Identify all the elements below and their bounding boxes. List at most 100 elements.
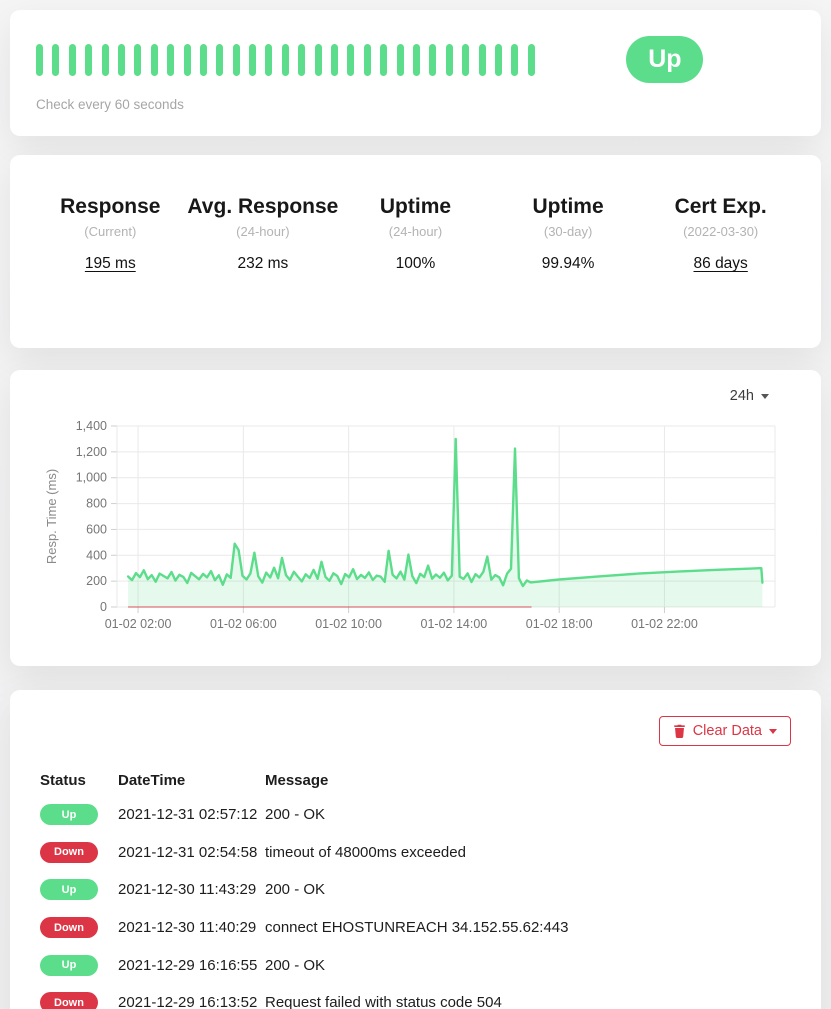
status-badge: Up <box>626 36 703 83</box>
response-time-chart[interactable]: 02004006008001,0001,2001,40001-02 02:000… <box>40 414 811 659</box>
y-tick-label: 0 <box>100 600 107 614</box>
event-message: 200 - OK <box>265 881 791 898</box>
events-table-body: Up2021-12-31 02:57:12200 - OKDown2021-12… <box>40 796 791 1009</box>
chart-card: 24h 02004006008001,0001,2001,40001-02 02… <box>10 370 821 666</box>
heartbeat-pill <box>347 44 354 76</box>
event-datetime: 2021-12-30 11:40:29 <box>118 919 265 936</box>
event-datetime: 2021-12-31 02:57:12 <box>118 806 265 823</box>
heartbeat-pill <box>233 44 240 76</box>
y-tick-label: 1,400 <box>76 419 107 433</box>
event-status-badge: Up <box>40 804 98 825</box>
stat-subtitle: (2022-03-30) <box>644 224 797 239</box>
event-row-5: Down 2021-12-29 16:13:52Request failed wi… <box>40 984 791 1009</box>
heartbeat-pill <box>446 44 453 76</box>
heartbeat-pill <box>151 44 158 76</box>
stat-value: 195 ms <box>34 255 187 273</box>
check-interval-text: Check every 60 seconds <box>36 97 795 112</box>
event-row-0: Up 2021-12-31 02:57:12200 - OK <box>40 796 791 834</box>
heartbeat-pill <box>528 44 535 76</box>
heartbeat-pill <box>265 44 272 76</box>
heartbeat-bar <box>36 44 535 76</box>
response-time-line <box>128 439 762 586</box>
x-tick-label: 01-02 10:00 <box>315 617 382 631</box>
heartbeat-pill <box>184 44 191 76</box>
event-datetime: 2021-12-31 02:54:58 <box>118 844 265 861</box>
uptime-monitor-page: Up Check every 60 seconds Response(Curre… <box>0 0 831 1009</box>
heartbeat-pill <box>397 44 404 76</box>
clear-data-button[interactable]: Clear Data <box>659 716 791 746</box>
x-tick-label: 01-02 18:00 <box>526 617 593 631</box>
heartbeat-card: Up Check every 60 seconds <box>10 10 821 136</box>
chart-header: 24h <box>10 386 821 406</box>
event-message: 200 - OK <box>265 957 791 974</box>
heartbeat-pill <box>462 44 469 76</box>
stat-subtitle: (24-hour) <box>187 224 340 239</box>
heartbeat-pill <box>298 44 305 76</box>
heartbeat-pill <box>216 44 223 76</box>
status-pill-wrap: Up <box>535 36 795 83</box>
heartbeat-pill <box>429 44 436 76</box>
heartbeat-pill <box>495 44 502 76</box>
x-tick-label: 01-02 14:00 <box>421 617 488 631</box>
heartbeat-pill <box>479 44 486 76</box>
stat-item-1: Avg. Response (24-hour) 232 ms <box>187 193 340 273</box>
y-axis-title: Resp. Time (ms) <box>44 469 59 564</box>
stats-card: Response(Current)195 msAvg. Response(24-… <box>10 155 821 348</box>
y-tick-label: 800 <box>86 497 107 511</box>
y-tick-label: 600 <box>86 522 107 536</box>
heartbeat-pill <box>52 44 59 76</box>
heartbeat-pill <box>413 44 420 76</box>
column-status: Status <box>40 772 118 789</box>
event-message: connect EHOSTUNREACH 34.152.55.62:443 <box>265 919 791 936</box>
heartbeat-pill <box>282 44 289 76</box>
event-row-4: Up 2021-12-29 16:16:55200 - OK <box>40 946 791 984</box>
stat-subtitle: (24-hour) <box>339 224 492 239</box>
stat-value: 232 ms <box>187 255 340 273</box>
event-status-badge: Down <box>40 992 98 1009</box>
events-header: Clear Data <box>40 716 791 746</box>
events-table-header: Status DateTime Message <box>40 764 791 796</box>
stat-title: Avg. Response <box>187 193 340 221</box>
event-message: timeout of 48000ms exceeded <box>265 844 791 861</box>
stat-value: 86 days <box>644 255 797 273</box>
stat-title: Uptime <box>339 193 492 221</box>
chart-period-label: 24h <box>730 388 754 404</box>
stat-item-2: Uptime (24-hour) 100% <box>339 193 492 273</box>
heartbeat-pill <box>249 44 256 76</box>
stat-title: Cert Exp. <box>644 193 797 221</box>
events-card: Clear Data Status DateTime Message Up202… <box>10 690 821 1009</box>
chart-period-select[interactable]: 24h <box>730 386 769 406</box>
y-tick-label: 200 <box>86 574 107 588</box>
heartbeat-pill <box>36 44 43 76</box>
y-tick-label: 1,000 <box>76 471 107 485</box>
stat-value: 100% <box>339 255 492 273</box>
event-datetime: 2021-12-29 16:16:55 <box>118 957 265 974</box>
event-message: 200 - OK <box>265 806 791 823</box>
stat-title: Uptime <box>492 193 645 221</box>
event-row-2: Up2021-12-30 11:43:29200 - OK <box>40 871 791 909</box>
y-tick-label: 400 <box>86 548 107 562</box>
heartbeat-pill <box>102 44 109 76</box>
event-datetime: 2021-12-30 11:43:29 <box>118 881 265 898</box>
x-tick-label: 01-02 06:00 <box>210 617 277 631</box>
heartbeat-pill <box>364 44 371 76</box>
event-message: Request failed with status code 504 <box>265 994 791 1009</box>
event-status-badge: Down <box>40 842 98 863</box>
heartbeat-pill <box>167 44 174 76</box>
stat-subtitle: (30-day) <box>492 224 645 239</box>
stat-subtitle: (Current) <box>34 224 187 239</box>
caret-down-icon <box>769 729 777 734</box>
heartbeat-pill <box>69 44 76 76</box>
stat-item-3: Uptime(30-day)99.94% <box>492 193 645 273</box>
heartbeat-pill <box>85 44 92 76</box>
event-status-badge: Up <box>40 955 98 976</box>
event-datetime: 2021-12-29 16:13:52 <box>118 994 265 1009</box>
column-datetime: DateTime <box>118 772 265 789</box>
heartbeat-row: Up <box>36 10 795 83</box>
events-table: Status DateTime Message Up 2021-12-31 02:… <box>40 764 791 1009</box>
chevron-down-icon <box>761 394 769 399</box>
heartbeat-pill <box>315 44 322 76</box>
y-tick-label: 1,200 <box>76 445 107 459</box>
heartbeat-pill <box>200 44 207 76</box>
stat-item-0: Response(Current)195 ms <box>34 193 187 273</box>
